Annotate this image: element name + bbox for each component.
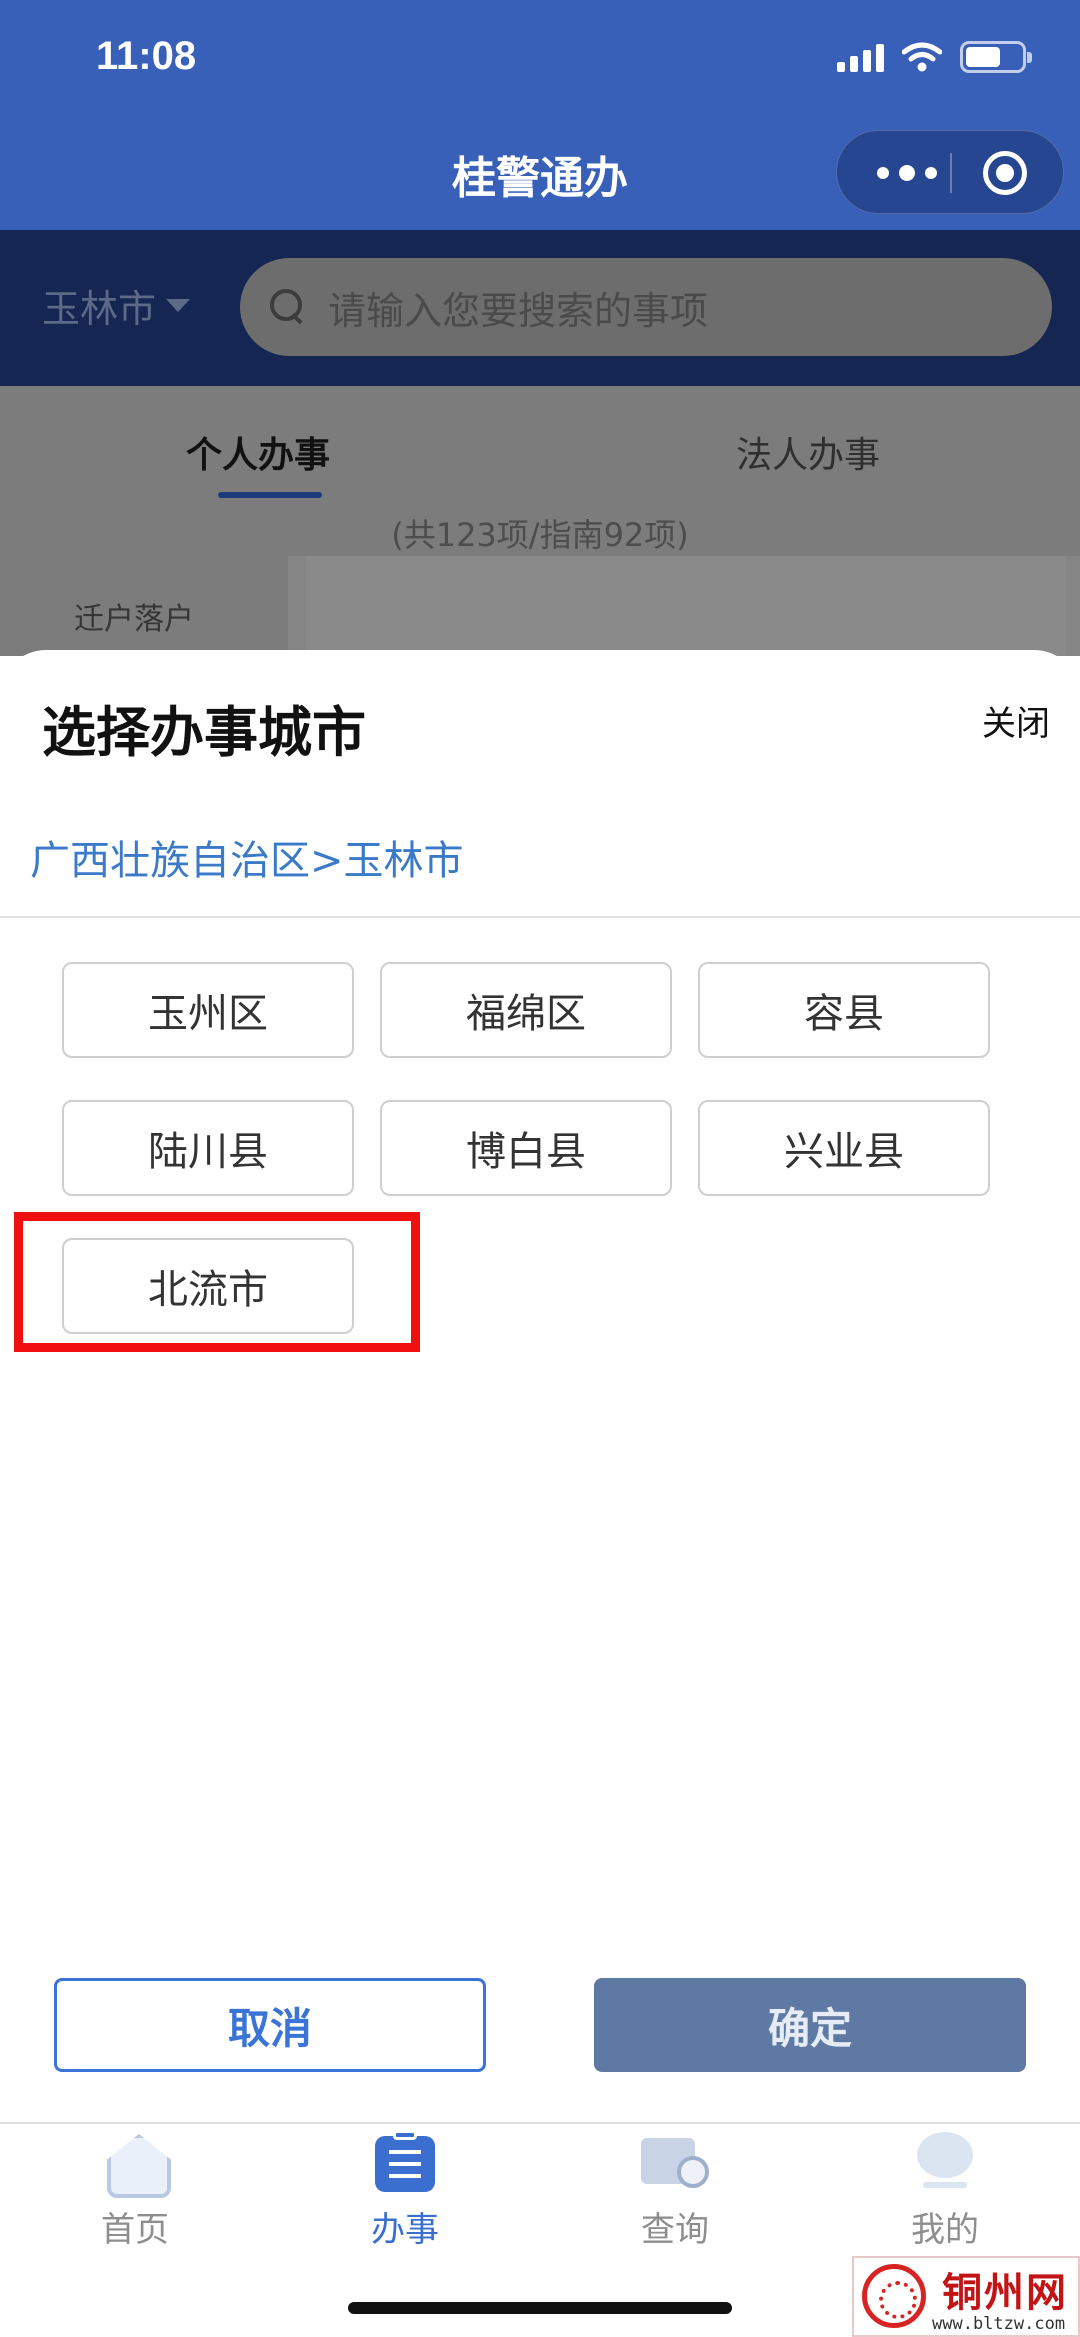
search-placeholder: 请输入您要搜索的事项 bbox=[328, 288, 709, 333]
status-icons bbox=[837, 36, 1032, 78]
site-watermark: 铜州网 www.bltzw.com bbox=[852, 2256, 1080, 2337]
tab-services[interactable]: 办事 bbox=[270, 2124, 540, 2264]
watermark-name: 铜州网 bbox=[942, 2270, 1068, 2316]
cancel-button[interactable]: 取消 bbox=[54, 1978, 486, 2072]
capsule-divider bbox=[950, 153, 952, 193]
city-option-xingye[interactable]: 兴业县 bbox=[698, 1100, 990, 1196]
wifi-icon bbox=[902, 42, 942, 72]
city-option-rongxian[interactable]: 容县 bbox=[698, 962, 990, 1058]
tab-services-label: 办事 bbox=[371, 2210, 439, 2250]
list-item bbox=[288, 556, 1080, 656]
city-option-yuzhou[interactable]: 玉州区 bbox=[62, 962, 354, 1058]
city-select-label: 玉林市 bbox=[42, 287, 157, 331]
query-icon bbox=[639, 2132, 711, 2192]
tab-indicator bbox=[218, 492, 322, 498]
city-select[interactable]: 玉林市 bbox=[42, 278, 191, 333]
caret-down-icon bbox=[166, 299, 191, 312]
region-breadcrumb[interactable]: 广西壮族自治区>玉林市 bbox=[30, 828, 464, 886]
background-page: 个人办事 法人办事 (共123项/指南92项) 迁户落户 bbox=[0, 386, 1080, 656]
battery-icon bbox=[960, 41, 1032, 73]
home-icon bbox=[99, 2132, 171, 2192]
home-indicator bbox=[348, 2302, 732, 2314]
watermark-url: www.bltzw.com bbox=[932, 2314, 1066, 2334]
close-button[interactable]: 关闭 bbox=[982, 696, 1050, 745]
sidebar-item-household[interactable]: 迁户落户 bbox=[74, 594, 194, 638]
city-option-fumian[interactable]: 福绵区 bbox=[380, 962, 672, 1058]
tab-personal[interactable]: 个人办事 bbox=[186, 426, 330, 478]
search-input[interactable]: 请输入您要搜索的事项 bbox=[240, 258, 1052, 356]
highlight-annotation-box bbox=[14, 1212, 420, 1352]
more-icon[interactable] bbox=[877, 161, 937, 185]
app-header: 11:08 桂警通办 bbox=[0, 0, 1080, 230]
city-option-luchuan[interactable]: 陆川县 bbox=[62, 1100, 354, 1196]
tab-home[interactable]: 首页 bbox=[0, 2124, 270, 2264]
cellular-signal-icon bbox=[837, 42, 884, 72]
clipboard-icon bbox=[369, 2130, 441, 2192]
city-picker-sheet: 选择办事城市 关闭 广西壮族自治区>玉林市 玉州区 福绵区 容县 陆川县 博白县… bbox=[0, 650, 1080, 2122]
divider bbox=[0, 916, 1080, 918]
sheet-title: 选择办事城市 bbox=[42, 701, 366, 764]
confirm-button[interactable]: 确定 bbox=[594, 1978, 1026, 2072]
tab-corporate[interactable]: 法人办事 bbox=[736, 426, 880, 478]
tab-home-label: 首页 bbox=[101, 2210, 169, 2250]
status-time: 11:08 bbox=[96, 34, 197, 78]
close-mini-program-icon[interactable] bbox=[983, 151, 1027, 195]
tab-query-label: 查询 bbox=[641, 2210, 709, 2250]
city-option-bobai[interactable]: 博白县 bbox=[380, 1100, 672, 1196]
tab-me-label: 我的 bbox=[911, 2210, 979, 2250]
tab-query[interactable]: 查询 bbox=[540, 2124, 810, 2264]
watermark-seal-icon bbox=[862, 2264, 926, 2328]
item-count: (共123项/指南92项) bbox=[391, 516, 689, 554]
search-icon bbox=[270, 289, 306, 325]
search-bar: 玉林市 请输入您要搜索的事项 bbox=[0, 230, 1080, 386]
tab-me[interactable]: 我的 bbox=[810, 2124, 1080, 2264]
me-icon bbox=[909, 2132, 981, 2192]
mini-program-capsule bbox=[836, 130, 1064, 214]
